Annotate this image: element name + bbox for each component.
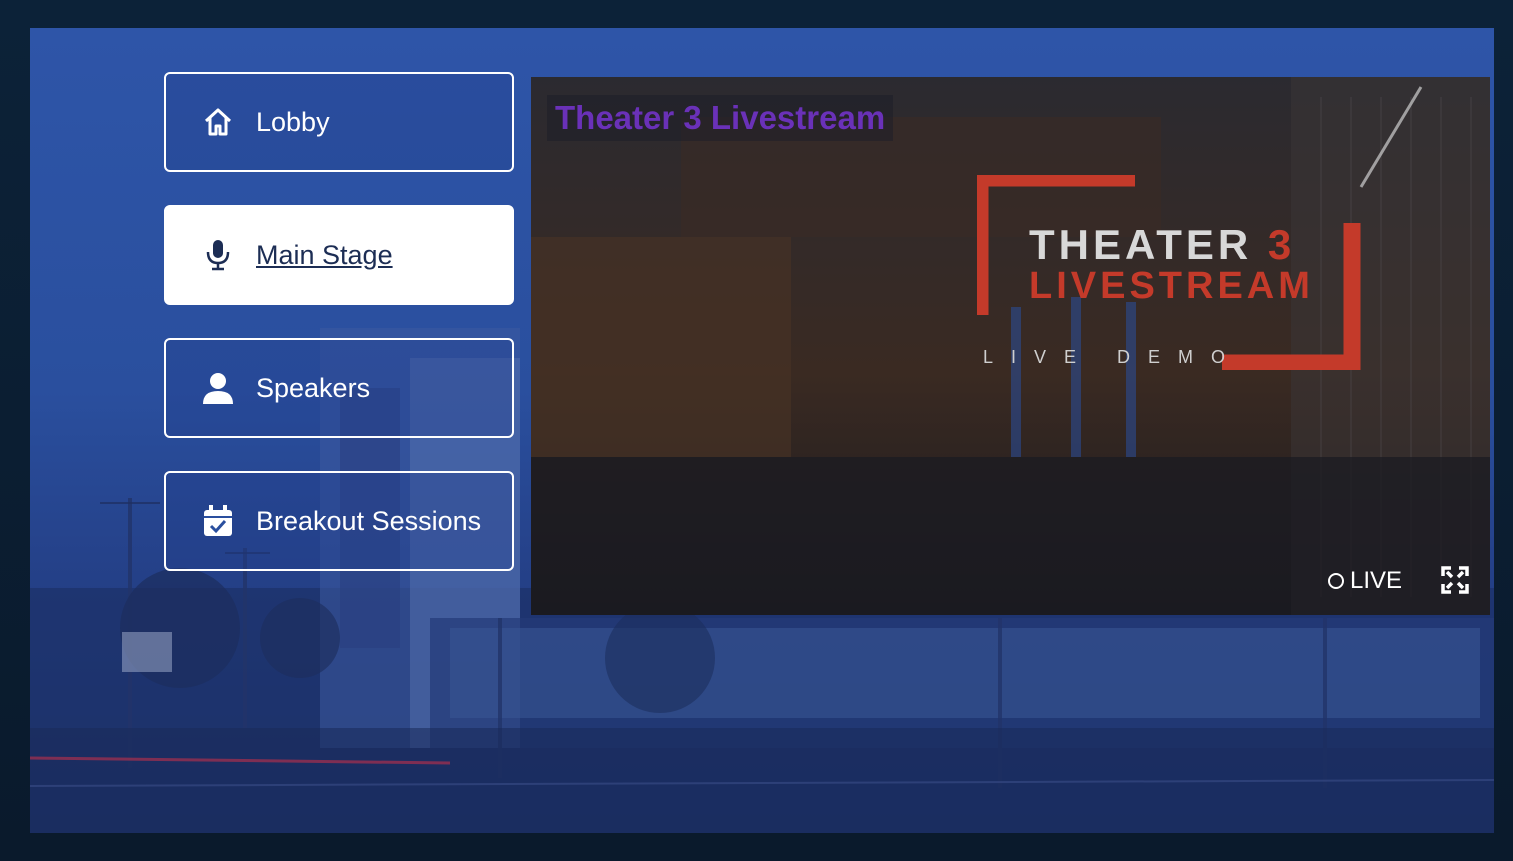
nav-speakers-label: Speakers (256, 372, 371, 403)
logo-line-2: LIVESTREAM (1029, 265, 1314, 307)
nav-main-stage-label: Main Stage (256, 239, 393, 270)
microphone-icon (200, 237, 236, 273)
user-icon (200, 370, 236, 406)
video-player[interactable]: THEATER 3 LIVESTREAM LIVE DEMO Theater 3… (531, 77, 1490, 615)
nav-speakers-button[interactable]: Speakers (164, 338, 514, 438)
theater-logo: THEATER 3 LIVESTREAM LIVE DEMO (977, 175, 1361, 370)
nav-breakout-sessions-button[interactable]: Breakout Sessions (164, 471, 514, 571)
live-dot-icon (1327, 573, 1344, 589)
nav-lobby-label: Lobby (256, 106, 330, 137)
home-icon (200, 104, 236, 140)
nav-menu: Lobby Main Stage Speakers Breakout Sessi… (164, 72, 514, 604)
live-label: LIVE (1349, 567, 1402, 594)
expand-icon[interactable] (1440, 565, 1470, 595)
video-title: Theater 3 Livestream (547, 95, 894, 141)
calendar-check-icon (200, 503, 236, 539)
nav-lobby-button[interactable]: Lobby (164, 72, 514, 172)
event-page: Lobby Main Stage Speakers Breakout Sessi… (30, 28, 1494, 833)
nav-main-stage-button[interactable]: Main Stage (164, 205, 514, 305)
nav-breakout-sessions-label: Breakout Sessions (256, 505, 482, 536)
logo-subtitle: LIVE DEMO (983, 347, 1244, 367)
live-indicator: LIVE (1327, 567, 1402, 595)
logo-line-1: THEATER 3 (1029, 221, 1296, 268)
